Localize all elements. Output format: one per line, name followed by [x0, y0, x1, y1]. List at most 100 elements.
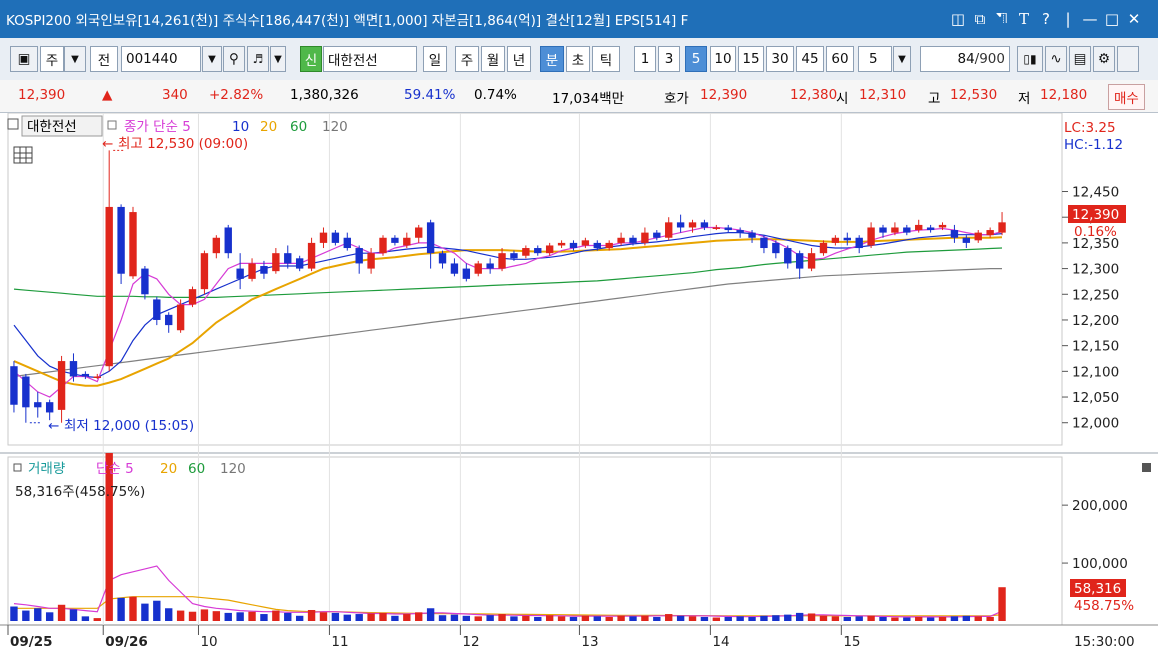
current-volume-label: 58,316 — [1074, 581, 1121, 597]
indicator-icon[interactable]: ∿ — [1045, 46, 1067, 72]
volume-bar — [498, 614, 506, 621]
volume-bar — [34, 608, 42, 621]
stock-name-field[interactable]: 대한전선 — [323, 46, 417, 72]
interval-3[interactable]: 3 — [658, 46, 680, 72]
volume-bar — [22, 610, 30, 621]
volume-panel-close-icon[interactable] — [1142, 463, 1151, 472]
volume-bar — [367, 613, 375, 621]
candle-type-icon[interactable]: ▯▮ — [1017, 46, 1043, 72]
period-month[interactable]: 월 — [481, 46, 505, 72]
font-icon[interactable]: T — [1013, 8, 1035, 30]
volume-bar — [903, 617, 911, 621]
close-icon[interactable]: ✕ — [1123, 8, 1145, 30]
interval-45[interactable]: 45 — [796, 46, 824, 72]
price-tick-label: 12,250 — [1072, 287, 1119, 303]
volume-bar — [760, 615, 768, 621]
stock-code-input[interactable]: 001440 — [121, 46, 201, 72]
settings-icon[interactable]: ⚙ — [1093, 46, 1115, 72]
period-year[interactable]: 년 — [507, 46, 531, 72]
open-label: 시 — [836, 91, 849, 107]
volume-bar — [998, 587, 1006, 621]
period-second[interactable]: 초 — [566, 46, 590, 72]
speaker-icon[interactable]: ♬ — [247, 46, 269, 72]
candle-body — [69, 361, 78, 377]
candle-body — [176, 304, 185, 331]
interval-dropdown-icon[interactable]: ▼ — [893, 46, 911, 72]
volume-bar — [915, 616, 923, 621]
volume-bar — [950, 616, 959, 621]
candle-body — [272, 253, 280, 272]
volume-bar — [843, 616, 851, 621]
maximize-icon[interactable]: □ — [1101, 8, 1123, 30]
copy-icon[interactable]: ⧉ — [969, 8, 991, 30]
checkbox-icon[interactable] — [1117, 46, 1139, 72]
candle-body — [379, 237, 387, 254]
volume-bar — [450, 614, 459, 621]
time-label: 11 — [331, 634, 348, 650]
time-label: 14 — [712, 634, 729, 650]
candle-body — [795, 253, 804, 269]
help-icon[interactable]: ? — [1035, 8, 1057, 30]
buy-button[interactable]: 매수 — [1108, 84, 1145, 110]
candle-body — [486, 263, 494, 269]
ask-price: 12,390 — [700, 87, 748, 103]
stock-chart[interactable]: 12,000 12,050 12,100 12,150 12,200 12,250 12,3… — [0, 113, 1158, 654]
candle-body — [22, 376, 30, 408]
candle-body — [391, 237, 399, 243]
candle-body — [950, 230, 959, 238]
interval-10[interactable]: 10 — [710, 46, 736, 72]
count-total: /900 — [974, 51, 1005, 67]
low-arrow-icon: ← — [48, 418, 59, 434]
price-tick-label: 12,300 — [1072, 262, 1119, 278]
candle-body — [426, 222, 435, 254]
open-price: 12,310 — [859, 87, 907, 103]
volume-bar — [284, 612, 292, 621]
pin-icon[interactable]: ⛠ — [991, 8, 1013, 30]
time-label: 12 — [462, 634, 479, 650]
turnover-ratio: 0.74% — [474, 87, 517, 103]
low-price: 12,180 — [1040, 87, 1088, 103]
table-icon[interactable] — [13, 146, 33, 164]
price-tick-label: 12,450 — [1072, 185, 1119, 201]
search-icon[interactable]: ⚲ — [223, 46, 245, 72]
interval-value-input[interactable]: 5 — [858, 46, 892, 72]
period-minute[interactable]: 분 — [540, 46, 564, 72]
volume-bar — [879, 616, 887, 621]
interval-60[interactable]: 60 — [826, 46, 854, 72]
interval-30[interactable]: 30 — [766, 46, 794, 72]
volume-bar — [569, 616, 578, 621]
candle-body — [581, 240, 590, 246]
volume-bar — [200, 609, 209, 621]
candle-body — [105, 206, 113, 367]
volume-bar — [831, 616, 840, 621]
period-day[interactable]: 일 — [423, 46, 447, 72]
legend-vol-ma5: 단순 5 — [96, 461, 134, 477]
count-field[interactable]: 84/900 — [920, 46, 1010, 72]
legend-ma120: 120 — [322, 119, 348, 135]
interval-15[interactable]: 15 — [738, 46, 764, 72]
candle-body — [165, 314, 173, 326]
interval-5[interactable]: 5 — [685, 46, 707, 72]
prev-button[interactable]: 전 — [90, 46, 118, 72]
market-selector[interactable]: 주 — [40, 46, 64, 72]
market-dropdown-icon[interactable]: ▼ — [64, 46, 86, 72]
speaker-dropdown-icon[interactable]: ▼ — [270, 46, 286, 72]
volume-bar — [117, 597, 125, 621]
minimize-icon[interactable]: — — [1079, 8, 1101, 30]
candle-body — [236, 268, 244, 279]
volume-bar — [93, 618, 101, 621]
price-change: 340 — [162, 87, 188, 103]
clock-label: 15:30:00 — [1074, 634, 1135, 650]
candle-body — [843, 237, 851, 241]
candle-body — [998, 222, 1006, 233]
period-week[interactable]: 주 — [455, 46, 479, 72]
candle-body — [593, 242, 601, 249]
period-tick[interactable]: 틱 — [592, 46, 620, 72]
layout-icon[interactable]: ▣ — [10, 46, 38, 72]
legend-ma20: 20 — [260, 119, 277, 135]
code-dropdown-icon[interactable]: ▼ — [202, 46, 222, 72]
restore-icon[interactable]: ◫ — [947, 8, 969, 30]
interval-1[interactable]: 1 — [634, 46, 656, 72]
candle-body — [212, 237, 221, 254]
save-icon[interactable]: ▤ — [1069, 46, 1091, 72]
